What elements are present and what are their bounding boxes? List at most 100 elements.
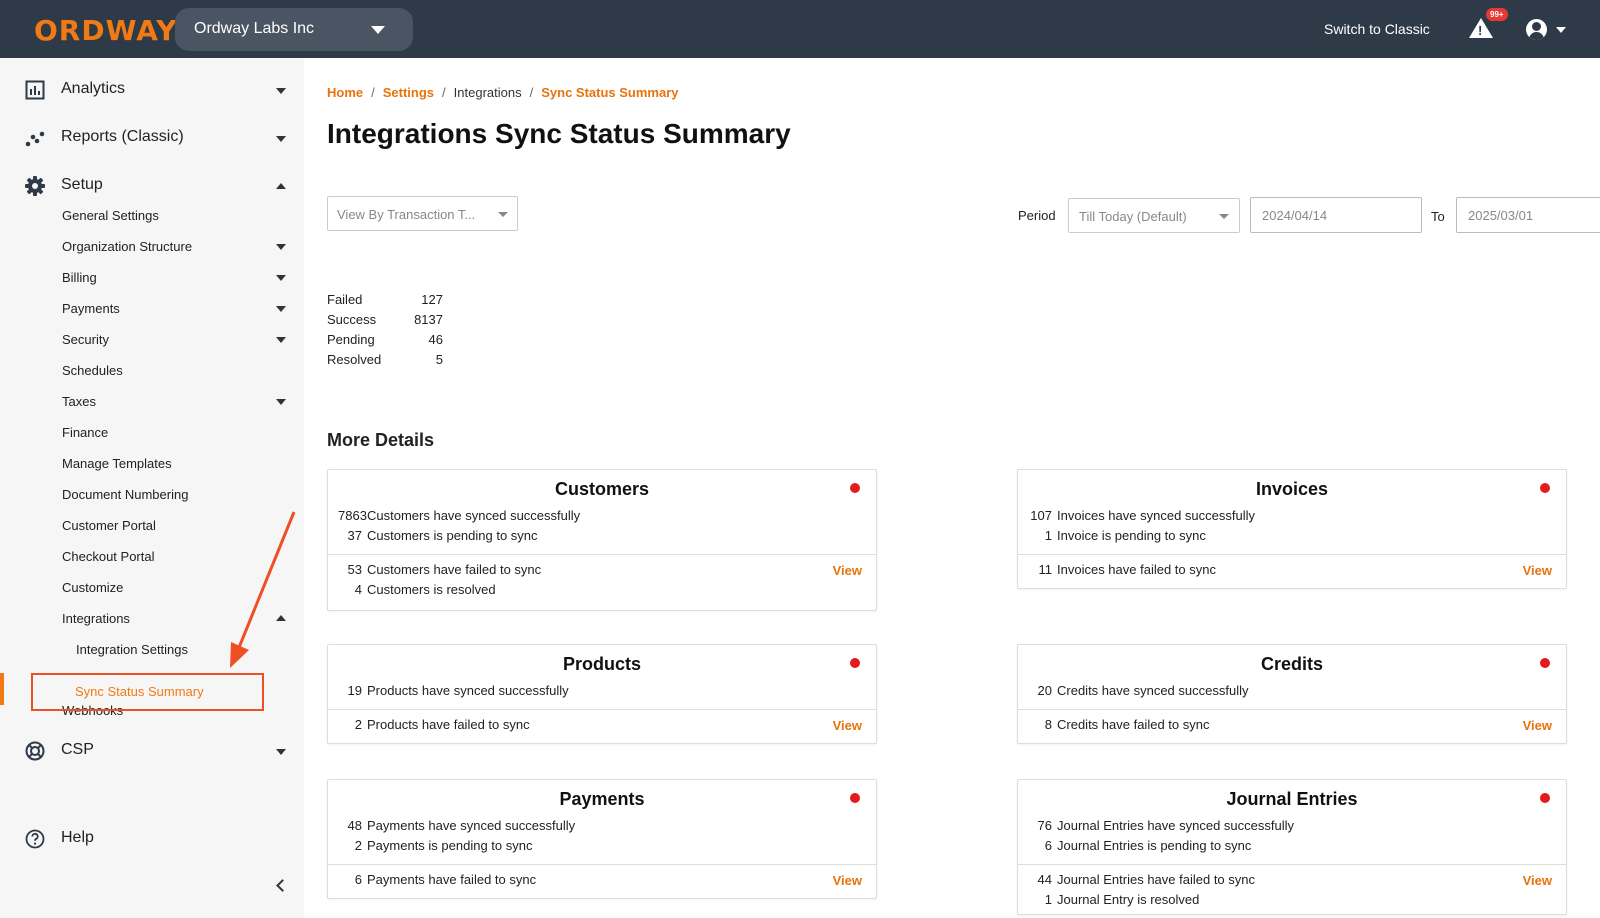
sidebar-item-help[interactable]: Help bbox=[0, 819, 304, 859]
chevron-down-icon bbox=[1219, 214, 1229, 219]
count: 4 bbox=[354, 582, 362, 597]
sidebar-item-label: Help bbox=[61, 829, 94, 846]
count: 44 bbox=[1037, 872, 1052, 887]
summary-label: Failed bbox=[327, 292, 363, 307]
pending-line: 1 Invoice is pending to sync bbox=[1028, 528, 1556, 548]
count: 2 bbox=[354, 838, 362, 853]
status-text: Products have synced successfully bbox=[367, 683, 569, 698]
count: 76 bbox=[1037, 818, 1052, 833]
credits-card: Credits 20 Credits have synced successful… bbox=[1017, 644, 1567, 744]
count: 1 bbox=[1044, 892, 1052, 907]
date-from-input[interactable]: 2024/04/14 bbox=[1250, 197, 1422, 233]
count: 11 bbox=[1038, 562, 1053, 577]
count: 20 bbox=[1037, 683, 1052, 698]
card-title: Payments bbox=[559, 789, 645, 809]
view-credits-link[interactable]: View bbox=[1523, 718, 1552, 733]
card-title: Credits bbox=[1260, 654, 1323, 674]
status-text: Journal Entries have synced successfully bbox=[1057, 818, 1295, 833]
summary-label: Pending bbox=[327, 332, 375, 347]
synced-line: 107 Invoices have synced successfully bbox=[1028, 508, 1556, 528]
status-dot-icon bbox=[1540, 793, 1550, 803]
status-text: Invoice is pending to sync bbox=[1057, 528, 1206, 543]
failed-line: 2 Products have failed to sync bbox=[338, 717, 866, 737]
breadcrumb-current[interactable]: Sync Status Summary bbox=[541, 85, 678, 100]
pending-line: 2 Payments is pending to sync bbox=[338, 838, 866, 858]
view-journal-entries-link[interactable]: View bbox=[1523, 873, 1552, 888]
summary-value: 46 bbox=[428, 332, 443, 347]
invoices-card: Invoices 107 Invoices have synced success… bbox=[1017, 469, 1567, 589]
count: 37 bbox=[347, 528, 362, 543]
summary-row-pending: Pending 46 bbox=[327, 332, 443, 352]
user-menu-chevron-icon[interactable] bbox=[1556, 27, 1566, 33]
failed-line: 11 Invoices have failed to sync bbox=[1028, 562, 1556, 582]
synced-line: 19 Products have synced successfully bbox=[338, 683, 866, 703]
sidebar-item-label: CSP bbox=[61, 741, 94, 758]
period-value: Till Today (Default) bbox=[1079, 209, 1187, 224]
switch-to-classic-link[interactable]: Switch to Classic bbox=[1324, 21, 1430, 37]
view-by-transaction-select[interactable]: View By Transaction T... bbox=[327, 196, 518, 231]
count: 107 bbox=[1030, 508, 1052, 523]
pending-line: 6 Journal Entries is pending to sync bbox=[1028, 838, 1556, 858]
view-customers-link[interactable]: View bbox=[833, 563, 862, 578]
resolved-line: 1 Journal Entry is resolved bbox=[1028, 892, 1556, 912]
count: 8 bbox=[1044, 717, 1052, 732]
summary-label: Success bbox=[327, 312, 377, 327]
failed-line: 6 Payments have failed to sync bbox=[338, 872, 866, 892]
status-text: Invoices have failed to sync bbox=[1057, 562, 1216, 577]
status-text: Payments have failed to sync bbox=[367, 872, 537, 887]
status-text: Payments have synced successfully bbox=[367, 818, 576, 833]
status-text: Journal Entry is resolved bbox=[1057, 892, 1200, 907]
status-text: Journal Entries have failed to sync bbox=[1057, 872, 1255, 887]
summary-value: 5 bbox=[435, 352, 443, 367]
status-text: Products have failed to sync bbox=[367, 717, 530, 732]
journal-entries-card: Journal Entries 76 Journal Entries have s… bbox=[1017, 779, 1567, 915]
failed-line: 8 Credits have failed to sync bbox=[1028, 717, 1556, 737]
count: 6 bbox=[1044, 838, 1052, 853]
status-dot-icon bbox=[1540, 483, 1550, 493]
breadcrumb-settings-link[interactable]: Settings bbox=[383, 85, 434, 100]
card-title: Journal Entries bbox=[1226, 789, 1358, 809]
page-title: Integrations Sync Status Summary bbox=[327, 118, 791, 149]
breadcrumb-separator: / bbox=[529, 85, 534, 100]
count: 48 bbox=[347, 818, 362, 833]
payments-card: Payments 48 Payments have synced successf… bbox=[327, 779, 877, 899]
chevron-down-icon bbox=[276, 749, 286, 755]
failed-line: 53 Customers have failed to sync bbox=[338, 562, 866, 582]
lifebuoy-icon bbox=[25, 741, 45, 761]
to-label: To bbox=[1431, 209, 1445, 224]
synced-line: 76 Journal Entries have synced successful… bbox=[1028, 818, 1556, 838]
summary-row-success: Success 8137 bbox=[327, 312, 443, 332]
period-select[interactable]: Till Today (Default) bbox=[1068, 198, 1240, 233]
status-text: Journal Entries is pending to sync bbox=[1057, 838, 1252, 853]
help-circle-icon bbox=[25, 829, 45, 849]
view-invoices-link[interactable]: View bbox=[1523, 563, 1552, 578]
date-to-input[interactable]: 2025/03/01 bbox=[1456, 197, 1600, 233]
count: 7863 bbox=[338, 508, 367, 523]
view-by-placeholder: View By Transaction T... bbox=[337, 207, 476, 222]
status-dot-icon bbox=[850, 793, 860, 803]
warning-icon bbox=[1469, 18, 1493, 38]
count: 6 bbox=[354, 872, 362, 887]
breadcrumb-separator: / bbox=[371, 85, 375, 100]
user-avatar-icon[interactable] bbox=[1526, 19, 1547, 40]
status-text: Credits have failed to sync bbox=[1057, 717, 1210, 732]
failed-line: 44 Journal Entries have failed to sync bbox=[1028, 872, 1556, 892]
summary-row-resolved: Resolved 5 bbox=[327, 352, 443, 372]
alert-count-badge: 99+ bbox=[1486, 8, 1508, 21]
breadcrumb: Home / Settings / Integrations / Sync Status S… bbox=[327, 85, 679, 100]
annotation-arrow bbox=[230, 511, 296, 668]
card-title: Invoices bbox=[1255, 479, 1329, 499]
summary-value: 8137 bbox=[414, 312, 443, 327]
view-payments-link[interactable]: View bbox=[833, 873, 862, 888]
status-text: Invoices have synced successfully bbox=[1057, 508, 1255, 523]
resolved-line: 4 Customers is resolved bbox=[338, 582, 866, 602]
chevron-down-icon bbox=[498, 212, 508, 217]
status-text: Payments is pending to sync bbox=[367, 838, 533, 853]
synced-line: 48 Payments have synced successfully bbox=[338, 818, 866, 838]
summary-label: Resolved bbox=[327, 352, 382, 367]
sidebar-item-csp[interactable]: CSP bbox=[0, 731, 304, 771]
breadcrumb-home-link[interactable]: Home bbox=[327, 85, 363, 100]
view-products-link[interactable]: View bbox=[833, 718, 862, 733]
customers-card: Customers 7863 Customers have synced succ… bbox=[327, 469, 877, 611]
status-text: Customers is resolved bbox=[367, 582, 496, 597]
